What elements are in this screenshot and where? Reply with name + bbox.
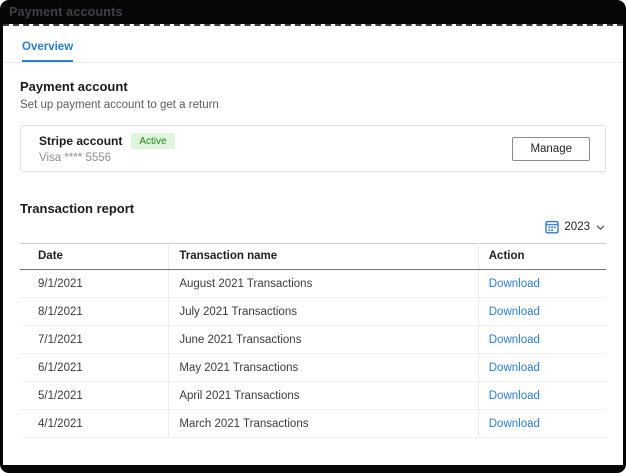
download-link[interactable]: Download bbox=[489, 334, 540, 346]
tab-overview[interactable]: Overview bbox=[22, 41, 73, 62]
cell-date: 7/1/2021 bbox=[20, 326, 169, 354]
transactions-table: Date Transaction name Action 9/1/2021 Au… bbox=[20, 243, 606, 438]
cell-action: Download bbox=[478, 410, 606, 438]
stripe-account-card: Stripe account Active Visa **** 5556 Man… bbox=[20, 125, 606, 172]
cell-date: 6/1/2021 bbox=[20, 354, 169, 382]
payment-account-heading: Payment account bbox=[20, 79, 606, 94]
status-badge: Active bbox=[131, 133, 174, 149]
cell-action: Download bbox=[478, 270, 606, 298]
window-titlebar: Payment accounts bbox=[0, 0, 626, 24]
transactions-table-body: 9/1/2021 August 2021 Transactions Downlo… bbox=[20, 270, 606, 438]
table-row: 7/1/2021 June 2021 Transactions Download bbox=[20, 326, 606, 354]
account-info: Stripe account Active Visa **** 5556 bbox=[39, 133, 175, 164]
download-link[interactable]: Download bbox=[489, 418, 540, 430]
account-card-number: Visa **** 5556 bbox=[39, 152, 175, 164]
download-link[interactable]: Download bbox=[489, 278, 540, 290]
cell-date: 8/1/2021 bbox=[20, 298, 169, 326]
table-row: 5/1/2021 April 2021 Transactions Downloa… bbox=[20, 382, 606, 410]
cell-action: Download bbox=[478, 354, 606, 382]
cell-transaction-name: May 2021 Transactions bbox=[169, 354, 478, 382]
cell-transaction-name: July 2021 Transactions bbox=[169, 298, 478, 326]
payment-account-subheading: Set up payment account to get a return bbox=[20, 99, 606, 111]
cell-action: Download bbox=[478, 298, 606, 326]
download-link[interactable]: Download bbox=[489, 390, 540, 402]
year-filter-row: 2023 bbox=[20, 217, 606, 237]
cell-date: 4/1/2021 bbox=[20, 410, 169, 438]
year-filter-value: 2023 bbox=[564, 221, 590, 233]
tab-bar: Overview bbox=[3, 26, 623, 63]
chevron-down-icon bbox=[595, 222, 606, 233]
cell-date: 9/1/2021 bbox=[20, 270, 169, 298]
transactions-table-header: Date Transaction name Action bbox=[20, 244, 606, 270]
manage-button[interactable]: Manage bbox=[512, 137, 590, 161]
table-row: 9/1/2021 August 2021 Transactions Downlo… bbox=[20, 270, 606, 298]
year-filter-dropdown[interactable]: 2023 bbox=[545, 220, 606, 234]
table-row: 8/1/2021 July 2021 Transactions Download bbox=[20, 298, 606, 326]
table-row: 6/1/2021 May 2021 Transactions Download bbox=[20, 354, 606, 382]
window-content: Overview Payment account Set up payment … bbox=[3, 24, 623, 465]
column-header-date: Date bbox=[20, 244, 169, 270]
cell-action: Download bbox=[478, 382, 606, 410]
table-row: 4/1/2021 March 2021 Transactions Downloa… bbox=[20, 410, 606, 438]
header-row: Date Transaction name Action bbox=[20, 244, 606, 270]
cell-transaction-name: August 2021 Transactions bbox=[169, 270, 478, 298]
account-name: Stripe account bbox=[39, 134, 122, 148]
download-link[interactable]: Download bbox=[489, 362, 540, 374]
download-link[interactable]: Download bbox=[489, 306, 540, 318]
cell-date: 5/1/2021 bbox=[20, 382, 169, 410]
column-header-action: Action bbox=[478, 244, 606, 270]
payment-accounts-window: Payment accounts Overview Payment accoun… bbox=[0, 0, 626, 473]
cell-transaction-name: March 2021 Transactions bbox=[169, 410, 478, 438]
cell-transaction-name: April 2021 Transactions bbox=[169, 382, 478, 410]
cell-action: Download bbox=[478, 326, 606, 354]
window-title: Payment accounts bbox=[9, 5, 123, 19]
calendar-icon bbox=[545, 220, 559, 234]
column-header-transaction-name: Transaction name bbox=[169, 244, 478, 270]
account-name-row: Stripe account Active bbox=[39, 133, 175, 149]
cell-transaction-name: June 2021 Transactions bbox=[169, 326, 478, 354]
transaction-report-heading: Transaction report bbox=[20, 201, 606, 216]
